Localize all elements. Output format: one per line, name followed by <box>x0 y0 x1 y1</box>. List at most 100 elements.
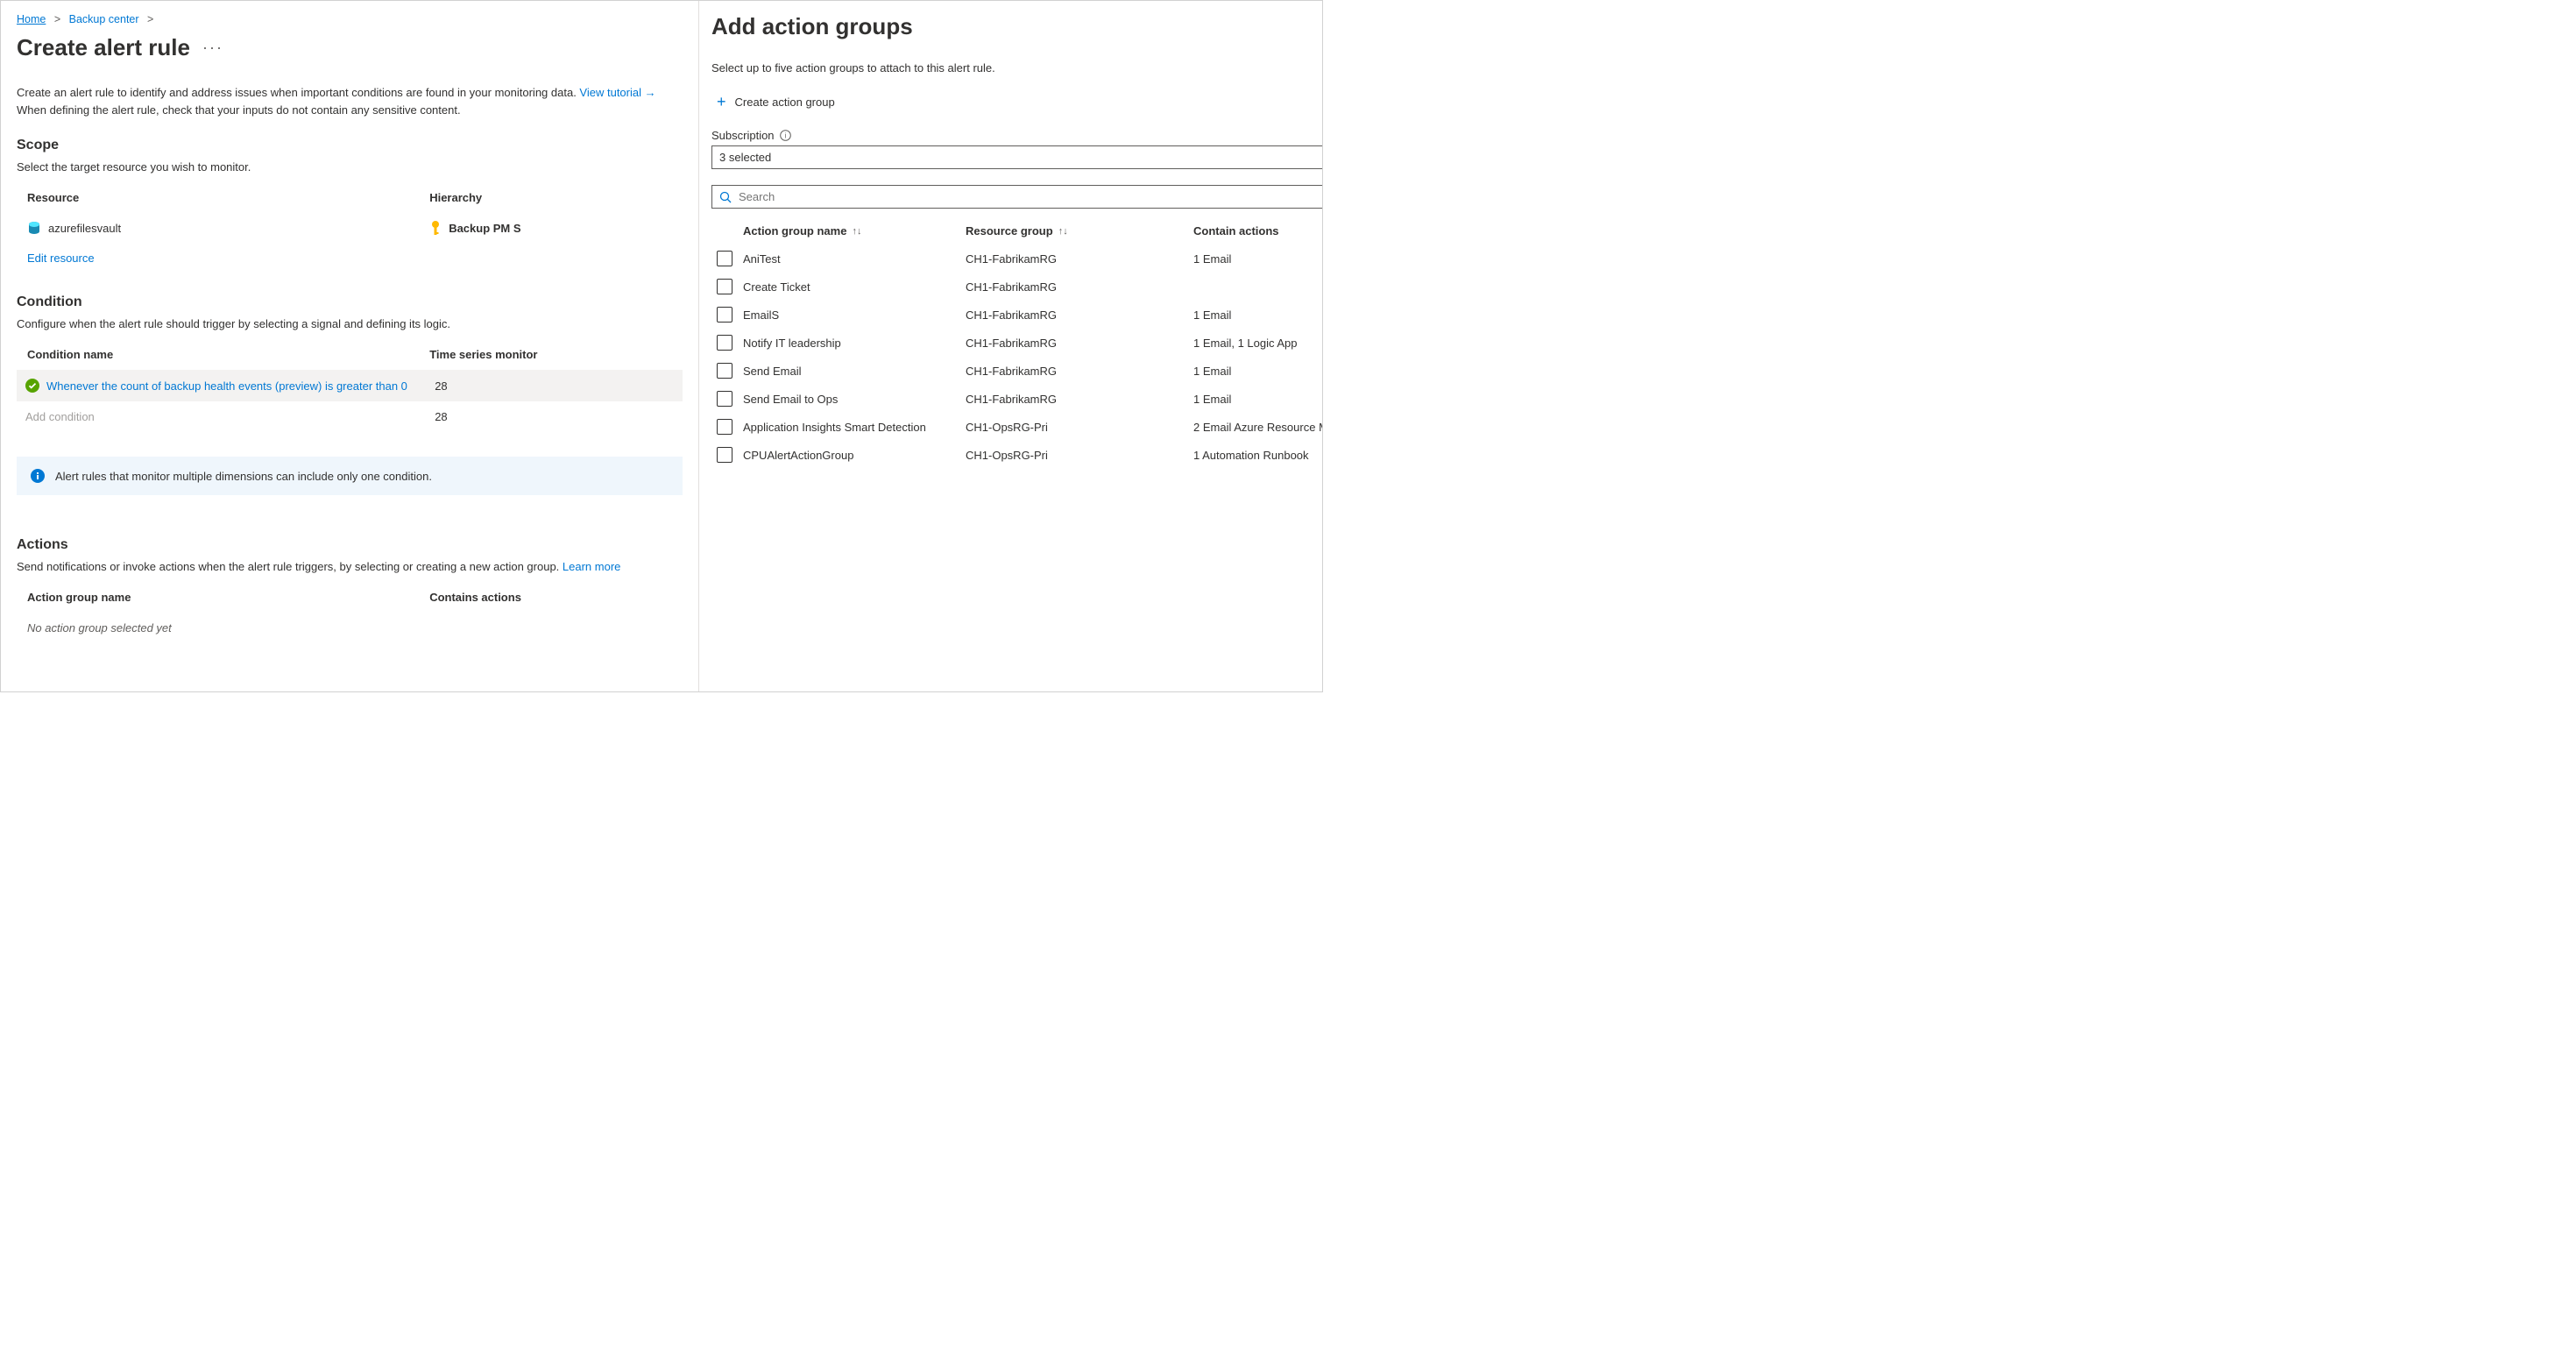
intro-text-1: Create an alert rule to identify and add… <box>17 86 579 99</box>
info-icon <box>31 469 45 483</box>
sort-icon: ↑↓ <box>852 226 861 237</box>
col-contain-actions: Contain actions <box>1193 224 1322 237</box>
breadcrumb-home[interactable]: Home <box>17 13 46 25</box>
view-tutorial-link[interactable]: View tutorial → <box>579 86 655 99</box>
checkbox[interactable] <box>717 447 732 463</box>
checkbox[interactable] <box>717 363 732 379</box>
help-icon[interactable]: i <box>780 130 791 141</box>
condition-ts-value: 28 <box>429 379 683 393</box>
ag-actions: 1 Automation Runbook <box>1193 449 1322 462</box>
action-group-row[interactable]: Create TicketCH1-FabrikamRG <box>711 273 1322 301</box>
ag-resource-group: CH1-FabrikamRG <box>966 337 1193 350</box>
col-contains-actions: Contains actions <box>429 591 683 604</box>
hierarchy-name: Backup PM S <box>449 222 520 235</box>
ag-name: Send Email to Ops <box>743 393 966 406</box>
plus-icon: + <box>717 94 726 110</box>
action-group-row[interactable]: Notify IT leadershipCH1-FabrikamRG1 Emai… <box>711 329 1322 357</box>
add-condition-ts: 28 <box>429 410 683 423</box>
chevron-right-icon: > <box>147 13 153 25</box>
svg-text:i: i <box>784 132 786 140</box>
ag-name: EmailS <box>743 308 966 322</box>
ag-resource-group: CH1-FabrikamRG <box>966 393 1193 406</box>
create-action-group-button[interactable]: + Create action group <box>711 90 840 113</box>
subscription-label: Subscription i <box>711 129 1322 142</box>
col-ag-name-label: Action group name <box>743 224 846 237</box>
search-input-wrapper[interactable] <box>711 185 1322 209</box>
create-action-group-label: Create action group <box>735 96 835 109</box>
subscription-select[interactable]: 3 selected <box>711 145 1322 169</box>
condition-heading: Condition <box>17 294 683 310</box>
ag-resource-group: CH1-FabrikamRG <box>966 365 1193 378</box>
col-resource-group[interactable]: Resource group ↑↓ <box>966 224 1193 237</box>
actions-table-header: Action group name Contains actions <box>17 585 683 613</box>
ag-name: Create Ticket <box>743 280 966 294</box>
info-bar: Alert rules that monitor multiple dimens… <box>17 457 683 495</box>
ag-resource-group: CH1-OpsRG-Pri <box>966 421 1193 434</box>
check-circle-icon <box>25 379 39 393</box>
col-action-group-name: Action group name <box>17 591 429 604</box>
search-input[interactable] <box>739 190 1315 203</box>
breadcrumb: Home > Backup center > <box>17 13 683 25</box>
condition-table: Condition name Time series monitor Whene… <box>17 343 683 432</box>
resource-name: azurefilesvault <box>48 222 121 235</box>
checkbox[interactable] <box>717 391 732 407</box>
condition-subtext: Configure when the alert rule should tri… <box>17 317 683 330</box>
ag-name: AniTest <box>743 252 966 266</box>
scope-subtext: Select the target resource you wish to m… <box>17 160 683 174</box>
add-action-groups-panel: Add action groups Select up to five acti… <box>698 1 1322 691</box>
ag-name: Notify IT leadership <box>743 337 966 350</box>
action-group-table-header: Action group name ↑↓ Resource group ↑↓ C… <box>711 217 1322 245</box>
ag-name: Application Insights Smart Detection <box>743 421 966 434</box>
more-icon[interactable]: ··· <box>202 39 223 57</box>
scope-heading: Scope <box>17 138 683 153</box>
ag-actions: 1 Email <box>1193 252 1322 266</box>
action-group-row[interactable]: EmailSCH1-FabrikamRG1 Email <box>711 301 1322 329</box>
action-group-row[interactable]: CPUAlertActionGroupCH1-OpsRG-Pri1 Automa… <box>711 441 1322 469</box>
checkbox[interactable] <box>717 419 732 435</box>
ag-resource-group: CH1-FabrikamRG <box>966 308 1193 322</box>
action-group-row[interactable]: Send Email to OpsCH1-FabrikamRG1 Email <box>711 385 1322 413</box>
checkbox[interactable] <box>717 307 732 323</box>
ag-name: Send Email <box>743 365 966 378</box>
scope-row: azurefilesvault Backup PM S <box>17 213 683 243</box>
panel-title: Add action groups <box>711 13 1322 40</box>
condition-row[interactable]: Whenever the count of backup health even… <box>17 370 683 401</box>
checkbox[interactable] <box>717 251 732 266</box>
action-group-row[interactable]: AniTestCH1-FabrikamRG1 Email <box>711 245 1322 273</box>
col-hierarchy: Hierarchy <box>429 191 683 204</box>
checkbox[interactable] <box>717 279 732 294</box>
actions-sub-text: Send notifications or invoke actions whe… <box>17 560 563 573</box>
action-group-row[interactable]: Application Insights Smart DetectionCH1-… <box>711 413 1322 441</box>
vault-icon <box>27 221 41 235</box>
ag-resource-group: CH1-OpsRG-Pri <box>966 449 1193 462</box>
actions-heading: Actions <box>17 537 683 553</box>
ag-name: CPUAlertActionGroup <box>743 449 966 462</box>
subscription-label-text: Subscription <box>711 129 775 142</box>
ag-actions: 1 Email, 1 Logic App <box>1193 337 1322 350</box>
col-condition-name: Condition name <box>17 348 429 361</box>
main-content: Home > Backup center > Create alert rule… <box>1 1 698 691</box>
learn-more-link[interactable]: Learn more <box>563 560 620 573</box>
chevron-right-icon: > <box>54 13 60 25</box>
breadcrumb-backup-center[interactable]: Backup center <box>69 13 139 25</box>
col-time-series: Time series monitor <box>429 348 683 361</box>
ag-resource-group: CH1-FabrikamRG <box>966 280 1193 294</box>
actions-subtext: Send notifications or invoke actions whe… <box>17 560 683 573</box>
info-text: Alert rules that monitor multiple dimens… <box>55 470 432 483</box>
checkbox[interactable] <box>717 335 732 351</box>
key-icon <box>429 220 442 236</box>
ag-resource-group: CH1-FabrikamRG <box>966 252 1193 266</box>
action-group-row[interactable]: Send EmailCH1-FabrikamRG1 Email <box>711 357 1322 385</box>
scope-table: Resource Hierarchy azurefilesvault Backu… <box>17 186 683 243</box>
add-condition-row[interactable]: Add condition 28 <box>17 401 683 432</box>
col-ag-name[interactable]: Action group name ↑↓ <box>743 224 966 237</box>
condition-table-header: Condition name Time series monitor <box>17 343 683 370</box>
action-group-rows: AniTestCH1-FabrikamRG1 EmailCreate Ticke… <box>711 245 1322 469</box>
no-action-group-text: No action group selected yet <box>17 613 683 634</box>
col-resource-group-label: Resource group <box>966 224 1053 237</box>
edit-resource-link[interactable]: Edit resource <box>17 243 95 265</box>
condition-link[interactable]: Whenever the count of backup health even… <box>46 379 407 393</box>
add-condition-label: Add condition <box>25 410 95 423</box>
ag-actions: 1 Email <box>1193 365 1322 378</box>
panel-subtext: Select up to five action groups to attac… <box>711 61 1322 74</box>
